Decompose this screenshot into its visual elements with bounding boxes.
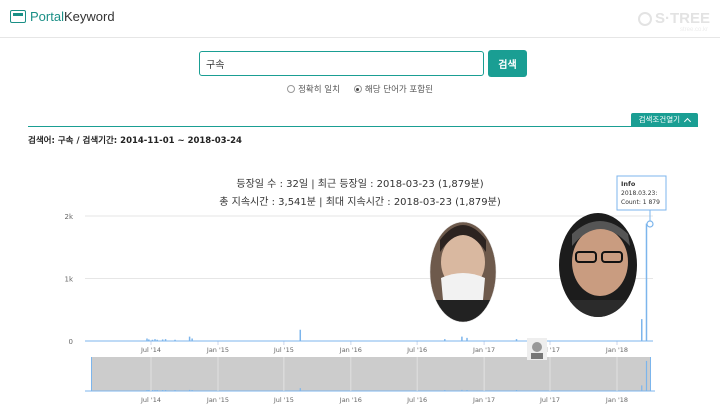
x-tick-label: Jul '15 [273, 346, 294, 354]
y-tick-label: 0 [69, 338, 73, 346]
x-tick-label: Jul '14 [140, 346, 161, 354]
data-bar [466, 337, 468, 341]
data-bar [161, 339, 164, 341]
x-tick-label: Jan '17 [472, 346, 495, 354]
tooltip-count: Count: 1 879 [621, 199, 660, 206]
x-tick-label: Jul '16 [406, 346, 427, 354]
data-bar [188, 336, 191, 341]
navigator-selected-range[interactable] [91, 357, 651, 391]
tooltip-title: Info [621, 180, 636, 188]
navigator-tick-label: Jul '14 [140, 396, 161, 404]
x-axis-ticks: Jul '14 Jan '15 Jul '15 Jan '16 Jul '16 Jan '… [140, 341, 628, 354]
person-photo-left [430, 222, 496, 322]
navigator-tick-label: Jan '18 [605, 396, 628, 404]
navigator-tick-label: Jul '17 [539, 396, 560, 404]
data-bar [444, 339, 446, 341]
data-bar [164, 339, 167, 341]
data-bar [154, 339, 156, 341]
y-tick-label: 1k [64, 276, 73, 284]
navigator-bar [645, 360, 648, 391]
person-photo-right [559, 213, 637, 317]
navigator-right-edge[interactable] [650, 357, 651, 391]
navigator-tick-label: Jan '15 [206, 396, 229, 404]
data-bar [299, 329, 302, 341]
data-bar [461, 336, 463, 341]
navigator-left-edge[interactable] [91, 357, 92, 391]
tooltip-date: 2018.03.23: [621, 190, 657, 197]
navigator-bar [641, 385, 643, 391]
y-axis-ticks: 0 1k 2k [64, 213, 73, 346]
data-bar [146, 338, 148, 341]
data-bar [151, 339, 154, 341]
data-bar [174, 339, 176, 341]
highlighted-point-marker [646, 220, 654, 228]
navigator-tick-label: Jul '16 [406, 396, 427, 404]
thumbnail-image [527, 338, 547, 360]
navigator-tick-label: Jan '16 [339, 396, 362, 404]
navigator-tick-label: Jan '17 [472, 396, 495, 404]
info-tooltip: Info 2018.03.23: Count: 1 879 [616, 175, 667, 228]
data-bar [148, 339, 150, 341]
data-bar [641, 319, 643, 341]
keyword-frequency-chart: 01k2k Jul '14 Jan '15 Jul '15 Jan '16 Jul '1… [64, 175, 667, 404]
data-bar [645, 223, 648, 341]
data-bar [191, 338, 193, 341]
data-bar [515, 339, 518, 341]
navigator-tick-label: Jul '15 [273, 396, 294, 404]
x-tick-label: Jan '18 [605, 346, 628, 354]
x-tick-label: Jan '15 [206, 346, 229, 354]
data-bar [156, 339, 158, 341]
x-tick-label: Jan '16 [339, 346, 362, 354]
y-tick-label: 2k [64, 213, 73, 221]
